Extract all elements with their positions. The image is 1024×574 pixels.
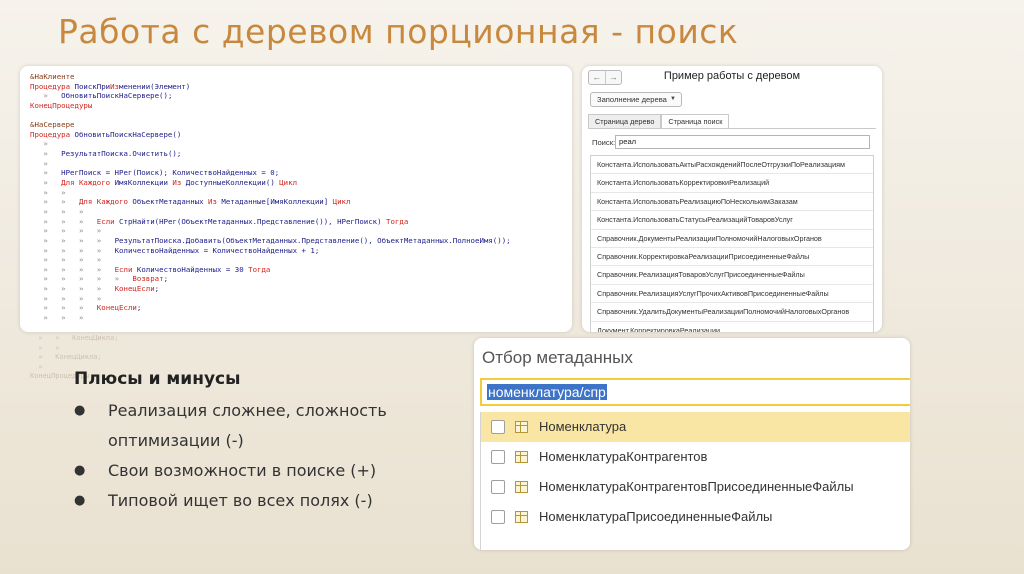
fill-tree-label: Заполнение дерева <box>597 95 667 104</box>
code-line: » Для Каждого ИмяКоллекции Из ДоступныеК… <box>43 178 298 188</box>
search-result-item[interactable]: Справочник.ДокументыРеализацииПолномочий… <box>591 230 873 248</box>
metadata-filter-window: Отбор метаданных номенклатура/спр Номенк… <box>474 338 910 550</box>
bullet-icon: ● <box>74 463 86 478</box>
window-title: Пример работы с деревом <box>663 70 801 82</box>
code-reflection-line: » » <box>30 343 60 352</box>
code-line: » » » » Если КоличествоНайденных = 30 То… <box>43 264 271 274</box>
search-result-item[interactable]: Справочник.РеализацияТоваровУслугПрисоед… <box>591 266 873 285</box>
checkbox[interactable] <box>491 510 505 524</box>
bullet-icon: ● <box>74 493 86 508</box>
code-line: » <box>43 158 48 168</box>
table-icon <box>515 511 528 523</box>
pros-cons-text: Реализация сложнее, сложность оптимизаци… <box>108 401 387 450</box>
code-line: » » » <box>43 206 84 216</box>
pros-cons-item: ● Типовой ищет во всех полях (-) <box>72 486 452 516</box>
code-line: » » » » РезультатПоиска.Добавить(ОбъектМ… <box>43 235 511 245</box>
code-line: » » Для Каждого ОбъектМетаданных Из Мета… <box>43 197 351 207</box>
forward-arrow-icon[interactable]: → <box>604 71 622 84</box>
tab-search-page[interactable]: Страница поиск <box>661 114 730 129</box>
fill-tree-button[interactable]: Заполнение дерева ▼ <box>590 92 682 107</box>
pros-cons-item: ● Свои возможности в поиске (+) <box>72 456 452 486</box>
metadata-item-label: НоменклатураКонтрагентов <box>539 449 708 464</box>
pros-cons-title: Плюсы и минусы <box>74 369 241 389</box>
metadata-list-item[interactable]: НоменклатураКонтрагентов <box>481 442 910 472</box>
pros-cons-text: Свои возможности в поиске (+) <box>108 461 377 480</box>
search-result-item[interactable]: Константа.ИспользоватьРеализациюПоНескол… <box>591 193 873 212</box>
code-line: » <box>43 139 48 149</box>
search-result-item[interactable]: Справочник.УдалитьДокументыРеализацииПол… <box>591 303 873 322</box>
code-line: » ОбновитьПоискНаСервере(); <box>43 91 173 101</box>
nav-buttons: ← → <box>588 70 622 85</box>
code-line: КонецПроцедуры <box>30 100 93 110</box>
bullet-icon: ● <box>74 403 86 418</box>
tab-tree-page[interactable]: Страница дерево <box>588 114 662 129</box>
checkbox[interactable] <box>491 450 505 464</box>
code-line: » » » Если СтрНайти(НРег(ОбъектМетаданны… <box>43 216 409 226</box>
pros-cons-text: Типовой ищет во всех полях (-) <box>108 491 373 510</box>
code-reflection-line: » КонецЦикла; <box>30 353 102 362</box>
code-line: » » » » <box>43 226 102 236</box>
tab-divider <box>588 128 876 129</box>
window-titlebar: Пример работы с деревом ← → <box>582 66 882 90</box>
back-arrow-icon[interactable]: ← <box>589 71 605 84</box>
pros-cons-item: ● Реализация сложнее, сложность оптимизац… <box>72 396 452 456</box>
filter-input[interactable]: номенклатура/спр <box>480 378 910 406</box>
search-result-item[interactable]: Справочник.РеализацияУслугПрочихАктивовП… <box>591 285 873 304</box>
tab-strip: Страница дерево Страница поиск <box>588 114 730 129</box>
chevron-down-icon: ▼ <box>670 96 676 102</box>
tree-example-window: Пример работы с деревом ← → Заполнение д… <box>582 66 882 332</box>
metadata-item-label: Номенклатура <box>539 419 627 434</box>
code-line: » РезультатПоиска.Очистить(); <box>43 149 182 159</box>
code-lines: &НаКлиенте Процедура ПоискПриИзменении(Эл… <box>30 72 572 323</box>
table-icon <box>515 481 528 493</box>
metadata-list: Номенклатура НоменклатураКонтрагентов Номе… <box>480 412 910 550</box>
code-line: » » » КонецЕсли; <box>43 303 142 313</box>
metadata-list-item[interactable]: Номенклатура <box>481 412 910 442</box>
code-line: » » » » » Возврат; <box>43 274 169 284</box>
code-line: » » <box>43 187 66 197</box>
search-label: Поиск: <box>592 138 616 147</box>
code-line: » НРегПоиск = НРег(Поиск); КоличествоНай… <box>43 168 280 178</box>
checkbox[interactable] <box>491 480 505 494</box>
code-line: &НаКлиенте <box>30 72 75 81</box>
search-result-list[interactable]: Константа.ИспользоватьАктыРасхожденийПос… <box>590 155 874 332</box>
search-result-item[interactable]: Документ.КорректировкаРеализации <box>591 322 873 332</box>
table-icon <box>515 451 528 463</box>
code-line: » » » » <box>43 293 102 303</box>
filter-input-value: номенклатура/спр <box>487 384 607 400</box>
search-result-item[interactable]: Константа.ИспользоватьСтатусыРеализацийТ… <box>591 211 873 230</box>
metadata-list-item[interactable]: НоменклатураПрисоединенныеФайлы <box>481 502 910 532</box>
metadata-item-label: НоменклатураКонтрагентовПрисоединенныеФа… <box>539 479 854 494</box>
table-icon <box>515 421 528 433</box>
code-line: &НаСервере <box>30 120 75 130</box>
code-line: Процедура ОбновитьПоискНаСервере() <box>30 129 182 139</box>
code-line: Процедура ПоискПриИзменении(Элемент) <box>30 81 191 91</box>
metadata-list-item[interactable]: НоменклатураКонтрагентовПрисоединенныеФа… <box>481 472 910 502</box>
slide-title: Работа с деревом порционная - поиск <box>58 12 739 51</box>
code-line: » » » » КоличествоНайденных = Количество… <box>43 245 320 255</box>
search-result-item[interactable]: Справочник.КорректировкаРеализацииПрисое… <box>591 248 873 267</box>
code-line: » » » » <box>43 255 102 265</box>
code-line: » » » » КонецЕсли; <box>43 284 160 294</box>
search-result-item[interactable]: Константа.ИспользоватьКорректировкиРеали… <box>591 174 873 193</box>
code-reflection-line: » » КонецЦикла; <box>30 334 119 342</box>
search-result-item[interactable]: Константа.ИспользоватьАктыРасхожденийПос… <box>591 156 873 175</box>
filter-title: Отбор метаданных <box>482 348 633 367</box>
pros-cons-list: ● Реализация сложнее, сложность оптимизац… <box>72 396 452 516</box>
code-editor: &НаКлиенте Процедура ПоискПриИзменении(Эл… <box>20 66 572 332</box>
search-input[interactable]: реал <box>615 135 870 149</box>
metadata-item-label: НоменклатураПрисоединенныеФайлы <box>539 509 773 524</box>
code-line: » » » <box>43 313 84 323</box>
checkbox[interactable] <box>491 420 505 434</box>
